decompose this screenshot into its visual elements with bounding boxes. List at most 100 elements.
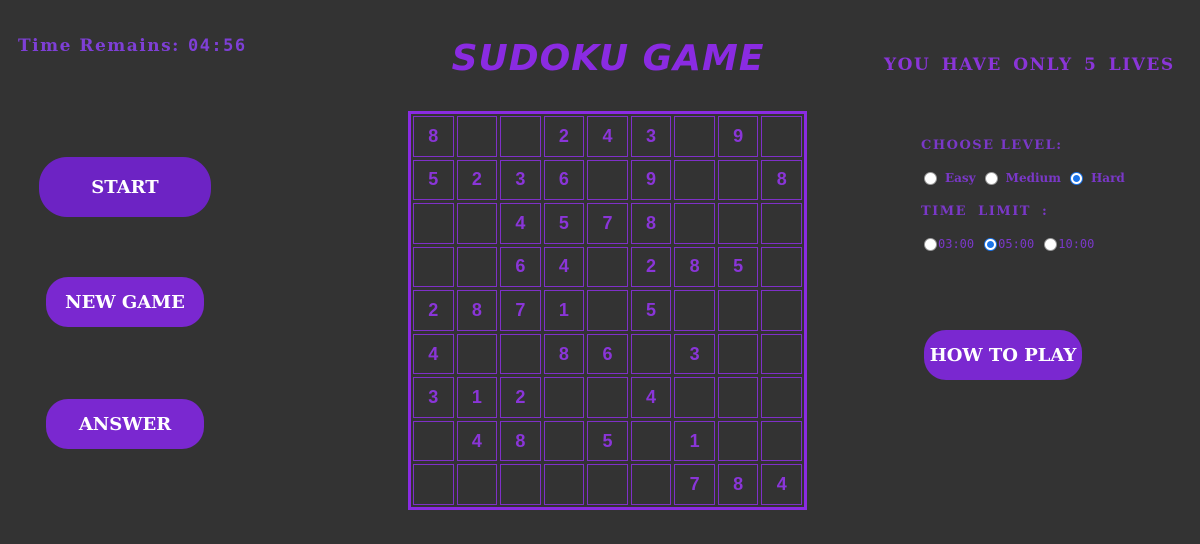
sudoku-cell[interactable] (717, 377, 759, 418)
sudoku-cell[interactable] (587, 377, 628, 418)
timer-value: 04:56 (187, 36, 247, 56)
sudoku-cell[interactable] (456, 246, 498, 288)
sudoku-cell[interactable] (674, 203, 715, 244)
sudoku-cell[interactable] (674, 116, 715, 157)
sudoku-cell[interactable] (413, 203, 454, 244)
sudoku-cell[interactable] (761, 333, 802, 375)
sudoku-cell[interactable] (543, 420, 585, 462)
sudoku-cell[interactable]: 2 (413, 290, 454, 331)
sudoku-cell[interactable]: 4 (500, 203, 541, 244)
sudoku-cell[interactable]: 4 (761, 464, 802, 505)
sudoku-cell[interactable] (761, 246, 802, 288)
sudoku-cell[interactable]: 5 (587, 420, 628, 462)
sudoku-cell[interactable]: 9 (630, 159, 672, 201)
sudoku-cell[interactable]: 5 (630, 290, 672, 331)
sudoku-cell[interactable]: 5 (543, 203, 585, 244)
sudoku-cell[interactable]: 5 (717, 246, 759, 288)
sudoku-cell[interactable]: 7 (674, 464, 715, 505)
level-radio[interactable] (1069, 171, 1083, 185)
level-radio[interactable] (984, 171, 998, 185)
level-option[interactable]: Medium (984, 171, 1070, 185)
sudoku-cell[interactable]: 6 (500, 246, 541, 288)
time-limit-option-label: 03:00 (938, 237, 975, 251)
sudoku-cell[interactable]: 2 (630, 246, 672, 288)
sudoku-cell[interactable] (761, 203, 802, 244)
sudoku-cell[interactable] (674, 377, 715, 418)
sudoku-cell[interactable] (587, 159, 628, 201)
sudoku-cell[interactable] (717, 333, 759, 375)
time-limit-radio[interactable] (1044, 237, 1058, 251)
level-radio[interactable] (924, 171, 937, 185)
sudoku-cell[interactable] (674, 290, 715, 331)
sudoku-cell[interactable]: 2 (543, 116, 585, 157)
sudoku-cell[interactable]: 8 (543, 333, 585, 375)
sudoku-cell[interactable]: 3 (500, 159, 541, 201)
sudoku-cell[interactable]: 2 (456, 159, 498, 201)
sudoku-cell[interactable]: 4 (456, 420, 498, 462)
sudoku-cell[interactable] (456, 203, 498, 244)
time-limit-option[interactable]: 03:00 (924, 237, 984, 251)
sudoku-cell[interactable]: 3 (413, 377, 454, 418)
sudoku-cell[interactable]: 3 (630, 116, 672, 157)
sudoku-cell[interactable]: 8 (500, 420, 541, 462)
sudoku-cell[interactable] (456, 333, 498, 375)
new-game-button[interactable]: NEW GAME (46, 277, 204, 327)
time-limit-label: TIME LIMIT : (921, 204, 1049, 219)
time-limit-option[interactable]: 05:00 (984, 237, 1044, 251)
sudoku-cell[interactable] (587, 246, 628, 288)
sudoku-cell[interactable] (413, 246, 454, 288)
sudoku-cell[interactable] (674, 159, 715, 201)
sudoku-cell[interactable] (761, 377, 802, 418)
time-limit-radio[interactable] (924, 237, 937, 251)
sudoku-cell[interactable]: 8 (456, 290, 498, 331)
sudoku-cell[interactable] (717, 420, 759, 462)
time-limit-option[interactable]: 10:00 (1044, 237, 1104, 251)
sudoku-cell[interactable]: 1 (674, 420, 715, 462)
sudoku-cell[interactable]: 4 (543, 246, 585, 288)
level-option[interactable]: Hard (1069, 171, 1134, 185)
sudoku-cell[interactable] (630, 333, 672, 375)
sudoku-cell[interactable]: 5 (413, 159, 454, 201)
sudoku-cell[interactable] (630, 464, 672, 505)
sudoku-cell[interactable]: 3 (674, 333, 715, 375)
sudoku-cell[interactable] (587, 290, 628, 331)
level-option[interactable]: Easy (924, 171, 985, 185)
sudoku-cell[interactable] (761, 116, 802, 157)
sudoku-cell[interactable] (717, 290, 759, 331)
sudoku-cell[interactable] (761, 420, 802, 462)
sudoku-cell[interactable]: 6 (587, 333, 628, 375)
how-to-play-button[interactable]: HOW TO PLAY (924, 330, 1082, 380)
sudoku-cell[interactable] (500, 464, 541, 505)
sudoku-cell[interactable] (500, 333, 541, 375)
sudoku-cell[interactable]: 4 (630, 377, 672, 418)
sudoku-cell[interactable]: 1 (543, 290, 585, 331)
sudoku-cell[interactable] (500, 116, 541, 157)
sudoku-cell[interactable]: 8 (674, 246, 715, 288)
start-button[interactable]: START (39, 157, 211, 217)
sudoku-cell[interactable] (413, 420, 454, 462)
sudoku-cell[interactable] (630, 420, 672, 462)
sudoku-cell[interactable]: 7 (587, 203, 628, 244)
sudoku-cell[interactable]: 2 (500, 377, 541, 418)
sudoku-cell[interactable]: 8 (630, 203, 672, 244)
sudoku-cell[interactable] (717, 203, 759, 244)
time-limit-radio[interactable] (984, 237, 998, 251)
sudoku-cell[interactable] (717, 159, 759, 201)
sudoku-cell[interactable]: 6 (543, 159, 585, 201)
sudoku-cell[interactable]: 7 (500, 290, 541, 331)
sudoku-cell[interactable] (543, 377, 585, 418)
sudoku-cell[interactable]: 4 (413, 333, 454, 375)
sudoku-cell[interactable] (413, 464, 454, 505)
sudoku-cell[interactable] (456, 464, 498, 505)
answer-button[interactable]: ANSWER (46, 399, 204, 449)
sudoku-cell[interactable] (587, 464, 628, 505)
sudoku-cell[interactable] (456, 116, 498, 157)
sudoku-cell[interactable]: 1 (456, 377, 498, 418)
sudoku-cell[interactable]: 8 (717, 464, 759, 505)
sudoku-cell[interactable]: 4 (587, 116, 628, 157)
sudoku-cell[interactable]: 8 (413, 116, 454, 157)
sudoku-cell[interactable]: 8 (761, 159, 802, 201)
sudoku-cell[interactable]: 9 (717, 116, 759, 157)
sudoku-cell[interactable] (761, 290, 802, 331)
sudoku-cell[interactable] (543, 464, 585, 505)
